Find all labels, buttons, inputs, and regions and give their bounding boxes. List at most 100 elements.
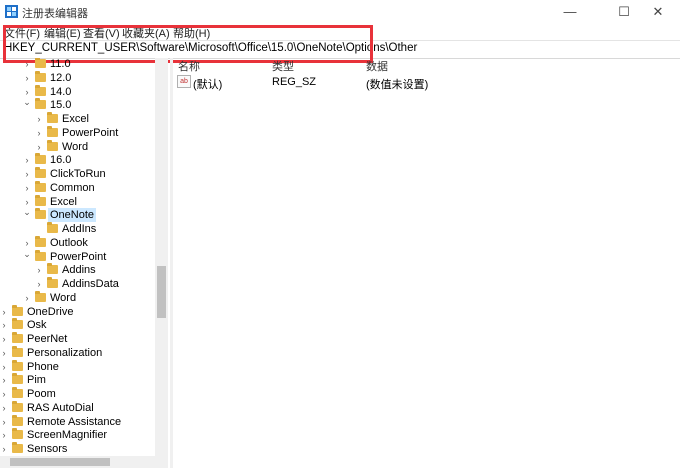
tree-item-label: OneDrive	[27, 305, 74, 318]
folder-icon	[12, 428, 23, 440]
tree-item-label: Phone	[27, 360, 59, 373]
chevron-right-icon[interactable]: ›	[22, 167, 32, 181]
tree-item[interactable]: › Osk	[0, 318, 155, 332]
tree-item[interactable]: › Addins	[0, 263, 155, 277]
chevron-right-icon[interactable]: ›	[0, 346, 9, 360]
chevron-right-icon[interactable]: ›	[22, 58, 32, 71]
tree-item-label: ScreenMagnifier	[27, 429, 108, 442]
tree-item[interactable]: › Sensors	[0, 442, 155, 456]
tree-item-label: Pim	[27, 374, 46, 387]
column-header-type[interactable]: 类型	[272, 58, 294, 74]
chevron-right-icon[interactable]: ›	[0, 373, 9, 387]
tree-item[interactable]: › RAS AutoDial	[0, 400, 155, 415]
tree-item[interactable]: AddIns	[0, 222, 155, 236]
tree-item[interactable]: › Remote Assistance	[0, 414, 155, 429]
tree-item[interactable]: › ClickToRun	[0, 167, 155, 181]
tree-item[interactable]: › Phone	[0, 359, 155, 374]
chevron-right-icon[interactable]: ›	[22, 181, 32, 195]
tree-item[interactable]: › Word	[0, 290, 155, 305]
chevron-right-icon[interactable]: ›	[34, 277, 44, 291]
tree-item[interactable]: › Excel	[0, 112, 155, 126]
tree-item-label: AddinsData	[62, 278, 119, 290]
tree-item[interactable]: › Pim	[0, 373, 155, 387]
tree-item-label: Word	[62, 140, 89, 153]
close-button[interactable]: ✕	[636, 2, 680, 22]
folder-icon	[47, 112, 58, 123]
tree-item-label: 14.0	[50, 85, 72, 98]
tree-item[interactable]: › 12.0	[0, 70, 155, 85]
chevron-down-icon[interactable]: ⌄	[22, 208, 32, 222]
chevron-right-icon[interactable]: ›	[22, 71, 32, 85]
tree-item-label: PeerNet	[27, 333, 68, 345]
chevron-right-icon[interactable]: ›	[0, 360, 9, 374]
tree-item[interactable]: › Personalization	[0, 345, 155, 360]
tree-item[interactable]: › ScreenMagnifier	[0, 428, 155, 442]
tree-item[interactable]: › Word	[0, 139, 155, 154]
folder-icon	[47, 277, 58, 288]
folder-icon	[47, 222, 58, 233]
tree-item[interactable]: ⌄ OneNote	[0, 208, 155, 223]
tree-item-label: 11.0	[50, 58, 71, 70]
chevron-right-icon[interactable]: ›	[0, 318, 9, 332]
tree-item-label: 15.0	[50, 99, 72, 112]
chevron-right-icon[interactable]: ›	[34, 112, 44, 126]
folder-icon	[35, 167, 46, 178]
window-title: 注册表编辑器	[22, 8, 88, 20]
chevron-right-icon[interactable]: ›	[0, 387, 9, 401]
tree-item-label: RAS AutoDial	[27, 401, 94, 414]
chevron-right-icon[interactable]: ›	[0, 428, 9, 442]
chevron-right-icon[interactable]: ›	[0, 415, 9, 429]
tree-scroll-thumb[interactable]	[157, 266, 166, 318]
minimize-button[interactable]: —	[548, 2, 592, 22]
folder-icon	[12, 414, 23, 426]
tree-item-label: Poom	[27, 388, 56, 400]
tree-item-label: Addins	[62, 264, 96, 277]
registry-tree: › 11.0 › 12.0 › 14.0 ⌄ 15.0 › Excel › PowerPoint › Wo…	[0, 58, 168, 456]
value-data: (数值未设置)	[366, 79, 429, 91]
chevron-right-icon[interactable]: ›	[22, 236, 32, 250]
tree-item-label: Word	[50, 291, 77, 304]
value-type: REG_SZ	[272, 76, 317, 88]
tree-item[interactable]: › OneDrive	[0, 304, 155, 319]
chevron-right-icon[interactable]: ›	[0, 442, 9, 456]
folder-icon	[35, 290, 46, 302]
values-pane: 名称 类型 数据 ab (默认) REG_SZ (数值未设置)	[173, 58, 680, 468]
folder-icon	[12, 400, 23, 412]
tree-item-label: Remote Assistance	[27, 415, 122, 428]
folder-icon	[12, 387, 23, 398]
tree-horizontal-scrollbar[interactable]	[0, 456, 168, 468]
chevron-right-icon[interactable]: ›	[34, 126, 44, 140]
tree-hscroll-thumb[interactable]	[10, 458, 110, 466]
folder-icon	[12, 332, 23, 343]
tree-item[interactable]: ⌄ PowerPoint	[0, 249, 155, 264]
tree-item[interactable]: › PowerPoint	[0, 125, 155, 140]
chevron-down-icon[interactable]: ⌄	[22, 249, 32, 264]
tree-item-label: Excel	[62, 113, 89, 125]
chevron-right-icon[interactable]: ›	[34, 263, 44, 277]
chevron-right-icon[interactable]: ›	[0, 332, 9, 346]
chevron-right-icon[interactable]: ›	[22, 153, 32, 167]
tree-item[interactable]: › PeerNet	[0, 332, 155, 346]
chevron-right-icon[interactable]: ›	[0, 305, 9, 319]
value-row[interactable]: ab (默认) REG_SZ (数值未设置)	[173, 74, 680, 91]
tree-vertical-scrollbar[interactable]	[155, 58, 168, 456]
tree-item-label: Personalization	[27, 346, 103, 359]
tree-item[interactable]: › Poom	[0, 387, 155, 401]
tree-item[interactable]: ⌄ 15.0	[0, 98, 155, 112]
registry-editor-icon	[5, 5, 18, 18]
tree-item-label: AddIns	[62, 223, 97, 235]
tree-item[interactable]: › Common	[0, 180, 155, 195]
tree-item[interactable]: › AddinsData	[0, 277, 155, 291]
folder-icon	[12, 304, 23, 316]
chevron-right-icon[interactable]: ›	[22, 291, 32, 305]
folder-icon	[35, 84, 46, 96]
tree-item[interactable]: › 16.0	[0, 153, 155, 167]
tree-item[interactable]: › 11.0	[0, 58, 155, 71]
tree-item[interactable]: › Outlook	[0, 235, 155, 250]
column-header-data[interactable]: 数据	[366, 58, 388, 74]
column-header-name[interactable]: 名称	[178, 58, 200, 74]
chevron-down-icon[interactable]: ⌄	[22, 98, 32, 112]
chevron-right-icon[interactable]: ›	[0, 401, 9, 415]
folder-icon	[12, 442, 23, 453]
chevron-right-icon[interactable]: ›	[34, 140, 44, 154]
